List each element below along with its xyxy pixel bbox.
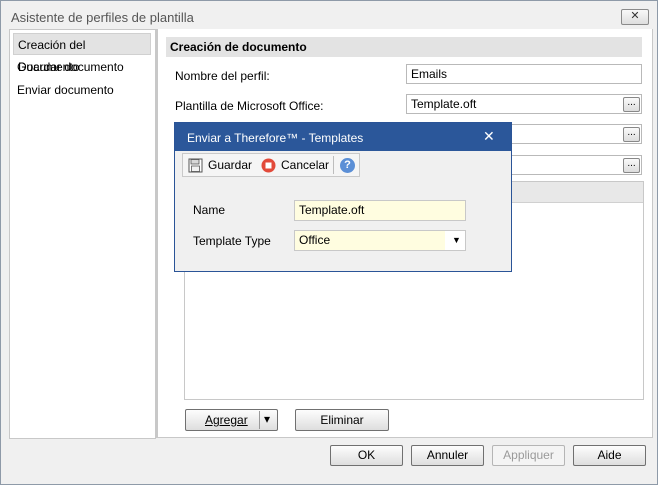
template-type-select[interactable]: Office ▼ xyxy=(294,230,466,251)
cancel-button[interactable]: Annuler xyxy=(411,445,484,466)
toolbar-divider xyxy=(333,156,334,174)
dialog-toolbar: Guardar Cancelar ? xyxy=(182,153,360,177)
delete-button[interactable]: Eliminar xyxy=(295,409,389,431)
profile-name-label: Nombre del perfil: xyxy=(175,69,270,83)
save-label: Guardar xyxy=(208,158,253,172)
help-icon: ? xyxy=(340,158,355,173)
browse-template-button[interactable]: ... xyxy=(623,97,640,112)
sidebar-item-enviar[interactable]: Enviar documento xyxy=(13,79,151,101)
cancel-button[interactable]: Cancelar xyxy=(261,157,331,174)
browse-button-2[interactable]: ... xyxy=(623,127,640,142)
save-icon xyxy=(188,158,203,173)
window-close-button[interactable]: ✕ xyxy=(621,9,649,25)
dialog-close-icon[interactable]: ✕ xyxy=(483,128,495,145)
add-label: Agregar xyxy=(205,413,248,427)
sidebar-item-guardar[interactable]: Guardar documento xyxy=(13,56,151,78)
save-button[interactable]: Guardar xyxy=(188,157,255,174)
split-divider xyxy=(259,411,260,429)
add-button[interactable]: Agregar ▾ xyxy=(185,409,278,431)
profile-name-field[interactable]: Emails xyxy=(406,64,642,84)
template-type-label: Template Type xyxy=(193,234,271,248)
templates-dialog: Enviar a Therefore™ - Templates ✕ Guarda… xyxy=(174,122,512,272)
window-title: Asistente de perfiles de plantilla xyxy=(11,10,194,25)
office-template-label: Plantilla de Microsoft Office: xyxy=(175,99,324,113)
stop-icon xyxy=(261,158,276,173)
chevron-down-icon[interactable]: ▾ xyxy=(264,412,270,426)
ok-button[interactable]: OK xyxy=(330,445,403,466)
name-label: Name xyxy=(193,203,226,217)
name-field[interactable]: Template.oft xyxy=(294,200,466,221)
cancel-label: Cancelar xyxy=(281,158,330,172)
office-template-field[interactable]: Template.oft xyxy=(406,94,642,114)
title-bar: Asistente de perfiles de plantilla ✕ xyxy=(1,1,657,31)
sidebar-item-creacion[interactable]: Creación del Documento xyxy=(13,33,151,74)
dialog-title-bar: Enviar a Therefore™ - Templates ✕ xyxy=(175,123,511,151)
help-icon-button[interactable]: ? xyxy=(340,157,356,174)
dropdown-arrow-icon: ▼ xyxy=(452,235,461,245)
wizard-sidebar: Creación del Documento Guardar documento… xyxy=(9,29,156,439)
template-type-value: Office xyxy=(295,231,445,250)
help-button[interactable]: Aide xyxy=(573,445,646,466)
browse-button-3[interactable]: ... xyxy=(623,158,640,173)
apply-button[interactable]: Appliquer xyxy=(492,445,565,466)
dialog-title: Enviar a Therefore™ - Templates xyxy=(187,131,364,145)
close-icon: ✕ xyxy=(630,10,640,22)
section-title: Creación de documento xyxy=(166,37,642,57)
